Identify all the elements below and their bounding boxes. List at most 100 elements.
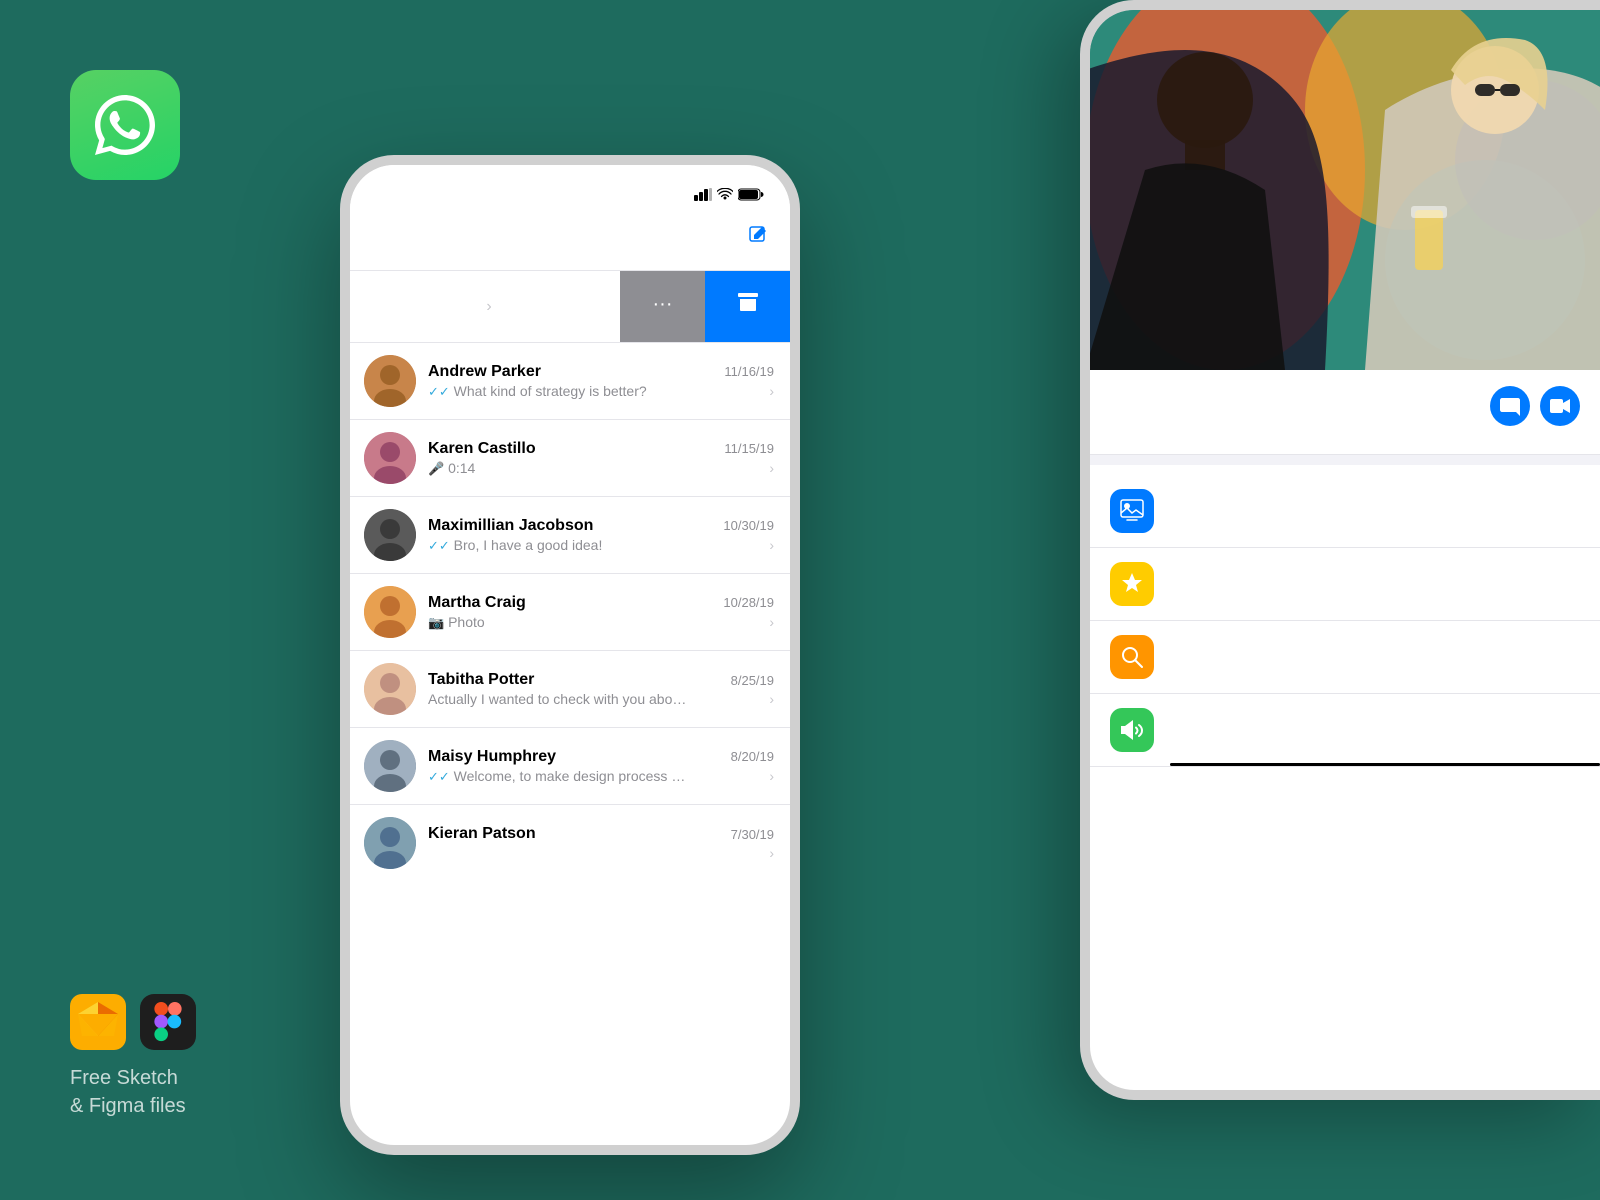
swipe-actions: ··· bbox=[620, 271, 790, 342]
swipe-chevron: › bbox=[486, 298, 491, 316]
avatar-maisy bbox=[364, 740, 416, 792]
avatar-kieran bbox=[364, 817, 416, 869]
whatsapp-icon bbox=[89, 89, 161, 161]
more-button[interactable]: ··· bbox=[620, 271, 705, 342]
figma-icon bbox=[140, 994, 196, 1050]
chat-date-tabitha: 8/25/19 bbox=[731, 673, 774, 688]
chevron-tabitha: › bbox=[769, 691, 774, 707]
chat-info-martha: Martha Craig 10/28/19 📷 Photo › bbox=[428, 594, 774, 631]
branding-text: Free Sketch& Figma files bbox=[70, 1064, 196, 1120]
chat-name-martha: Martha Craig bbox=[428, 594, 526, 612]
chat-info-andrew: Andrew Parker 11/16/19 ✓✓ What kind of s… bbox=[428, 363, 774, 400]
avatar-image-max bbox=[364, 509, 416, 561]
wifi-icon bbox=[717, 188, 733, 201]
menu-item-mute[interactable] bbox=[1090, 694, 1600, 767]
phone-chats: › ··· bbox=[340, 155, 800, 1155]
double-check-andrew: ✓✓ bbox=[428, 384, 450, 399]
status-bar bbox=[350, 188, 790, 201]
contact-actions bbox=[1490, 386, 1580, 426]
chat-date-max: 10/30/19 bbox=[723, 518, 774, 533]
avatar-max bbox=[364, 509, 416, 561]
chat-name-max: Maximillian Jacobson bbox=[428, 517, 593, 535]
speaker-icon-svg bbox=[1119, 717, 1145, 743]
chat-preview-tabitha: Actually I wanted to check with you abou… bbox=[428, 691, 688, 707]
compose-button[interactable] bbox=[748, 225, 770, 252]
chevron-maisy: › bbox=[769, 768, 774, 784]
contact-photo bbox=[1090, 10, 1600, 370]
chat-list: Andrew Parker 11/16/19 ✓✓ What kind of s… bbox=[350, 343, 790, 881]
avatar-image-martha bbox=[364, 586, 416, 638]
video-button[interactable] bbox=[1540, 386, 1580, 426]
photo-background bbox=[1090, 10, 1600, 370]
chat-date-martha: 10/28/19 bbox=[723, 595, 774, 610]
compose-icon bbox=[748, 225, 770, 247]
chat-date-maisy: 8/20/19 bbox=[731, 749, 774, 764]
avatar-karen bbox=[364, 432, 416, 484]
archive-icon bbox=[736, 290, 760, 320]
menu-item-starred[interactable] bbox=[1090, 548, 1600, 621]
chat-preview-max: ✓✓ Bro, I have a good idea! bbox=[428, 537, 602, 554]
chat-preview-karen: 🎤 0:14 bbox=[428, 460, 475, 477]
chat-info-maisy: Maisy Humphrey 8/20/19 ✓✓ Welcome, to ma… bbox=[428, 748, 774, 785]
video-icon bbox=[1550, 396, 1570, 416]
avatar-image-tabitha bbox=[364, 663, 416, 715]
contact-info-section bbox=[1090, 370, 1600, 455]
chevron-max: › bbox=[769, 537, 774, 553]
menu-item-search[interactable] bbox=[1090, 621, 1600, 694]
starred-icon bbox=[1110, 562, 1154, 606]
signal-icon bbox=[694, 188, 712, 201]
avatar-image-karen bbox=[364, 432, 416, 484]
chat-name-kieran: Kieran Patson bbox=[428, 825, 536, 843]
search-icon-svg bbox=[1119, 644, 1145, 670]
chat-preview-martha: 📷 Photo bbox=[428, 614, 485, 631]
chat-date-karen: 11/15/19 bbox=[724, 441, 774, 456]
message-icon bbox=[1500, 396, 1520, 416]
chat-name-maisy: Maisy Humphrey bbox=[428, 748, 556, 766]
section-divider bbox=[1090, 455, 1600, 465]
star-icon-svg bbox=[1119, 571, 1145, 597]
chat-name-karen: Karen Castillo bbox=[428, 440, 536, 458]
archive-button[interactable] bbox=[705, 271, 790, 342]
chat-info-kieran: Kieran Patson 7/30/19 › bbox=[428, 825, 774, 861]
chat-item-kieran[interactable]: Kieran Patson 7/30/19 › bbox=[350, 805, 790, 881]
search-menu-icon bbox=[1110, 635, 1154, 679]
chat-item-karen[interactable]: Karen Castillo 11/15/19 🎤 0:14 › bbox=[350, 420, 790, 497]
chevron-martha: › bbox=[769, 614, 774, 630]
swipe-row[interactable]: › ··· bbox=[350, 271, 790, 343]
chat-name-andrew: Andrew Parker bbox=[428, 363, 541, 381]
status-bar-area bbox=[350, 165, 790, 215]
chat-header bbox=[350, 215, 790, 271]
double-check-maisy: ✓✓ bbox=[428, 769, 450, 784]
avatar-martha bbox=[364, 586, 416, 638]
more-dots-icon: ··· bbox=[653, 293, 673, 316]
whatsapp-logo bbox=[70, 70, 180, 180]
chat-item-maisy[interactable]: Maisy Humphrey 8/20/19 ✓✓ Welcome, to ma… bbox=[350, 728, 790, 805]
chat-date-andrew: 11/16/19 bbox=[724, 364, 774, 379]
chat-info-max: Maximillian Jacobson 10/30/19 ✓✓ Bro, I … bbox=[428, 517, 774, 554]
chevron-kieran: › bbox=[769, 845, 774, 861]
chat-item-andrew[interactable]: Andrew Parker 11/16/19 ✓✓ What kind of s… bbox=[350, 343, 790, 420]
avatar-tabitha bbox=[364, 663, 416, 715]
camera-icon-martha: 📷 bbox=[428, 615, 444, 630]
mute-icon bbox=[1110, 708, 1154, 752]
chat-preview-maisy: ✓✓ Welcome, to make design process faste… bbox=[428, 768, 688, 785]
mic-icon-karen: 🎤 bbox=[428, 461, 444, 476]
battery-icon bbox=[738, 188, 764, 201]
chat-item-martha[interactable]: Martha Craig 10/28/19 📷 Photo › bbox=[350, 574, 790, 651]
menu-item-media[interactable] bbox=[1090, 475, 1600, 548]
avatar-image-andrew bbox=[364, 355, 416, 407]
mute-bottom-line bbox=[1170, 763, 1600, 766]
chat-info-tabitha: Tabitha Potter 8/25/19 Actually I wanted… bbox=[428, 671, 774, 707]
avatar-image-kieran bbox=[364, 817, 416, 869]
chat-info-karen: Karen Castillo 11/15/19 🎤 0:14 › bbox=[428, 440, 774, 477]
message-button[interactable] bbox=[1490, 386, 1530, 426]
chat-item-tabitha[interactable]: Tabitha Potter 8/25/19 Actually I wanted… bbox=[350, 651, 790, 728]
avatar-image-maisy bbox=[364, 740, 416, 792]
chat-date-kieran: 7/30/19 bbox=[731, 827, 774, 842]
media-icon-svg bbox=[1119, 498, 1145, 524]
chat-item-max[interactable]: Maximillian Jacobson 10/30/19 ✓✓ Bro, I … bbox=[350, 497, 790, 574]
sketch-icon bbox=[70, 994, 126, 1050]
double-check-max: ✓✓ bbox=[428, 538, 450, 553]
contact-menu bbox=[1090, 475, 1600, 767]
media-icon bbox=[1110, 489, 1154, 533]
